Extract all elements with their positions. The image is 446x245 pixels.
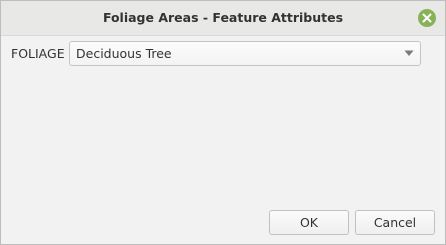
window-title: Foliage Areas - Feature Attributes [102, 10, 344, 25]
cancel-button[interactable]: Cancel [355, 210, 435, 235]
foliage-select-value: Deciduous Tree [76, 46, 172, 61]
chevron-down-icon [404, 50, 414, 56]
close-button[interactable] [418, 9, 436, 27]
title-bar: Foliage Areas - Feature Attributes [1, 1, 445, 36]
close-icon [422, 13, 432, 23]
ok-button[interactable]: OK [269, 210, 349, 235]
foliage-label: FOLIAGE [11, 46, 65, 61]
foliage-select[interactable]: Deciduous Tree [69, 41, 421, 66]
dialog-window: Foliage Areas - Feature Attributes FOLIA… [0, 0, 446, 245]
